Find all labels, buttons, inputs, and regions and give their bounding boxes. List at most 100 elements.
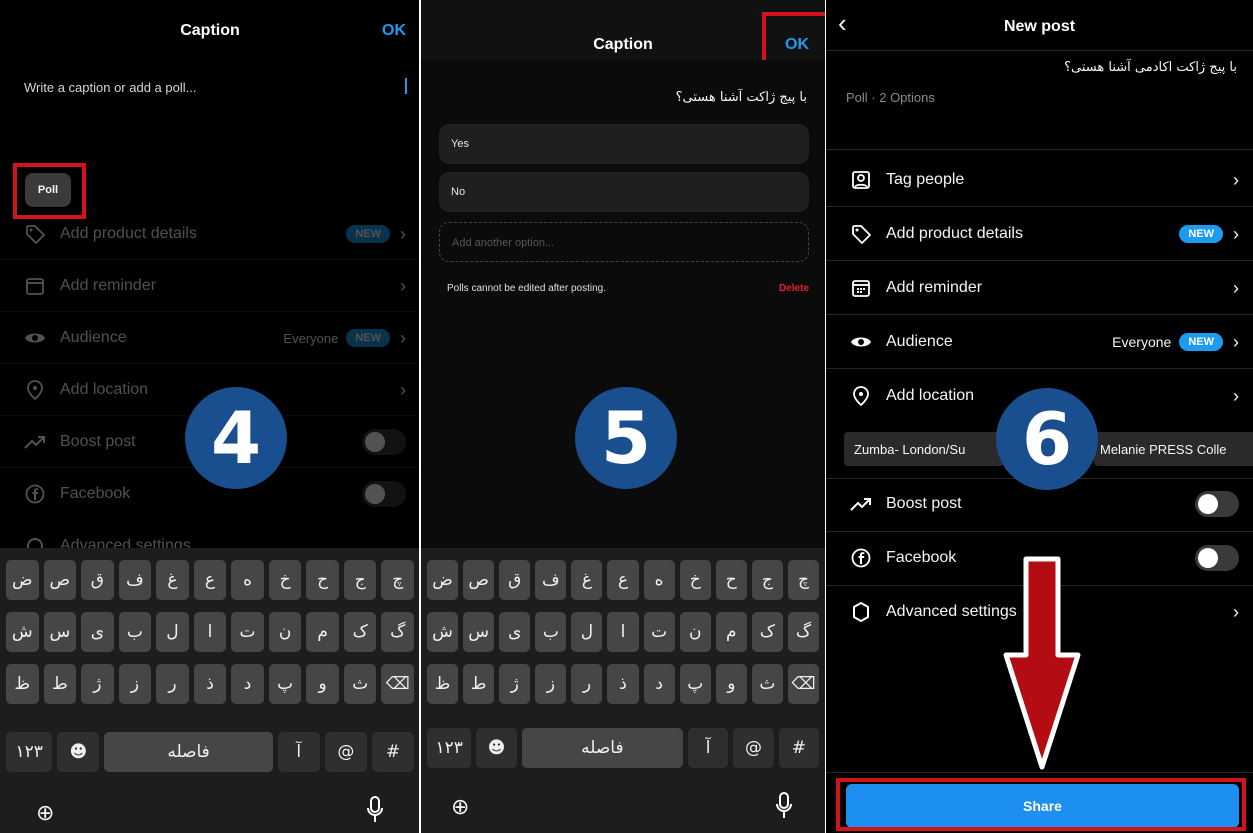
letter-key[interactable]: ل — [156, 612, 189, 652]
letter-key[interactable]: ش — [6, 612, 39, 652]
letter-key[interactable]: و — [306, 664, 339, 704]
letter-key[interactable]: د — [231, 664, 264, 704]
row-add-product-details[interactable]: Add product details NEW › — [826, 208, 1253, 260]
letter-key[interactable]: گ — [381, 612, 415, 652]
add-option-input[interactable]: Add another option... — [439, 222, 809, 262]
letter-key[interactable]: ش — [427, 612, 459, 652]
boost-toggle[interactable] — [1195, 491, 1239, 517]
mic-icon[interactable] — [775, 792, 793, 825]
letter-key[interactable]: و — [715, 664, 747, 704]
letter-key[interactable]: ج — [751, 560, 783, 600]
location-chip[interactable]: Melanie PRESS Colle — [1094, 432, 1253, 466]
letter-key[interactable]: ژ — [81, 664, 114, 704]
letter-key[interactable]: ز — [118, 664, 152, 704]
row-add-reminder[interactable]: Add reminder › — [826, 262, 1253, 314]
letter-key[interactable]: ق — [499, 560, 531, 600]
letter-key[interactable]: ذ — [607, 664, 639, 704]
letter-key[interactable]: ا — [193, 612, 227, 652]
letter-key[interactable]: ت — [231, 612, 264, 652]
letter-key[interactable]: ب — [535, 612, 567, 652]
delete-poll-button[interactable]: Delete — [779, 283, 809, 294]
letter-key[interactable]: ن — [679, 612, 711, 652]
letter-key[interactable]: ج — [343, 560, 377, 600]
letter-key[interactable]: ض — [6, 560, 39, 600]
letter-key[interactable]: ک — [751, 612, 783, 652]
letter-key[interactable]: ن — [268, 612, 302, 652]
caption-input[interactable]: Write a caption or add a poll... — [24, 80, 196, 95]
hash-key[interactable]: # — [371, 732, 415, 772]
letter-key[interactable]: ع — [193, 560, 227, 600]
letter-key[interactable]: ف — [118, 560, 152, 600]
hash-key[interactable]: # — [778, 728, 819, 768]
row-add-reminder[interactable]: Add reminder › — [0, 260, 420, 312]
row-tag-people[interactable]: Tag people › — [826, 154, 1253, 206]
letter-key[interactable]: ح — [715, 560, 747, 600]
row-audience[interactable]: Audience Everyone NEW › — [0, 312, 420, 364]
letter-key[interactable]: م — [715, 612, 747, 652]
letter-key[interactable]: ز — [535, 664, 567, 704]
alef-key[interactable]: آ — [688, 728, 729, 768]
letter-key[interactable]: ل — [571, 612, 603, 652]
letter-key[interactable]: ی — [81, 612, 114, 652]
letter-key[interactable]: ظ — [427, 664, 459, 704]
letter-key[interactable]: چ — [787, 560, 820, 600]
letter-key[interactable]: ی — [499, 612, 531, 652]
boost-toggle[interactable] — [362, 429, 406, 455]
letter-key[interactable]: ب — [118, 612, 152, 652]
letter-key[interactable]: ت — [643, 612, 675, 652]
ok-button[interactable]: OK — [382, 22, 406, 40]
letter-key[interactable]: ض — [427, 560, 459, 600]
letter-key[interactable]: م — [306, 612, 339, 652]
letter-key[interactable]: غ — [156, 560, 189, 600]
poll-option-yes[interactable]: Yes — [439, 124, 809, 164]
letter-key[interactable]: س — [43, 612, 77, 652]
letter-key[interactable]: ک — [343, 612, 377, 652]
alef-key[interactable]: آ — [277, 732, 320, 772]
letter-key[interactable]: خ — [268, 560, 302, 600]
letter-key[interactable]: چ — [381, 560, 415, 600]
letter-key[interactable]: ث — [751, 664, 783, 704]
letter-key[interactable]: ظ — [6, 664, 39, 704]
space-key[interactable]: فاصله — [521, 728, 683, 768]
letter-key[interactable]: ر — [156, 664, 189, 704]
letter-key[interactable]: پ — [679, 664, 711, 704]
numbers-key[interactable]: ۱۲۳ — [427, 728, 472, 768]
letter-key[interactable]: خ — [679, 560, 711, 600]
letter-key[interactable]: گ — [787, 612, 820, 652]
letter-key[interactable]: غ — [571, 560, 603, 600]
mic-icon[interactable] — [366, 796, 384, 829]
letter-key[interactable]: ص — [43, 560, 77, 600]
facebook-toggle[interactable] — [362, 481, 406, 507]
poll-option-no[interactable]: No — [439, 172, 809, 212]
facebook-toggle[interactable] — [1195, 545, 1239, 571]
location-chip[interactable]: Zumba- London/Su — [844, 432, 1004, 466]
letter-key[interactable]: ط — [43, 664, 77, 704]
backspace-key[interactable]: ⌫ — [787, 664, 820, 704]
at-key[interactable]: @ — [324, 732, 367, 772]
letter-key[interactable]: د — [643, 664, 675, 704]
caption-text[interactable]: با پیج ژاکت آشنا هستی؟ — [676, 90, 807, 105]
letter-key[interactable]: ص — [463, 560, 495, 600]
emoji-key[interactable]: ☻ — [57, 732, 100, 772]
row-add-product-details[interactable]: Add product details NEW › — [0, 208, 420, 260]
letter-key[interactable]: ذ — [193, 664, 227, 704]
letter-key[interactable]: ح — [306, 560, 339, 600]
globe-icon[interactable]: ⊕ — [36, 800, 54, 826]
letter-key[interactable]: ژ — [499, 664, 531, 704]
at-key[interactable]: @ — [733, 728, 774, 768]
numbers-key[interactable]: ۱۲۳ — [6, 732, 53, 772]
letter-key[interactable]: ط — [463, 664, 495, 704]
globe-icon[interactable]: ⊕ — [451, 794, 469, 820]
letter-key[interactable]: ا — [607, 612, 639, 652]
letter-key[interactable]: ه — [231, 560, 264, 600]
emoji-key[interactable]: ☻ — [476, 728, 517, 768]
backspace-key[interactable]: ⌫ — [381, 664, 415, 704]
letter-key[interactable]: ف — [535, 560, 567, 600]
letter-key[interactable]: ر — [571, 664, 603, 704]
space-key[interactable]: فاصله — [104, 732, 273, 772]
letter-key[interactable]: س — [463, 612, 495, 652]
letter-key[interactable]: پ — [268, 664, 302, 704]
row-audience[interactable]: Audience Everyone NEW › — [826, 316, 1253, 368]
letter-key[interactable]: ع — [607, 560, 639, 600]
letter-key[interactable]: ه — [643, 560, 675, 600]
